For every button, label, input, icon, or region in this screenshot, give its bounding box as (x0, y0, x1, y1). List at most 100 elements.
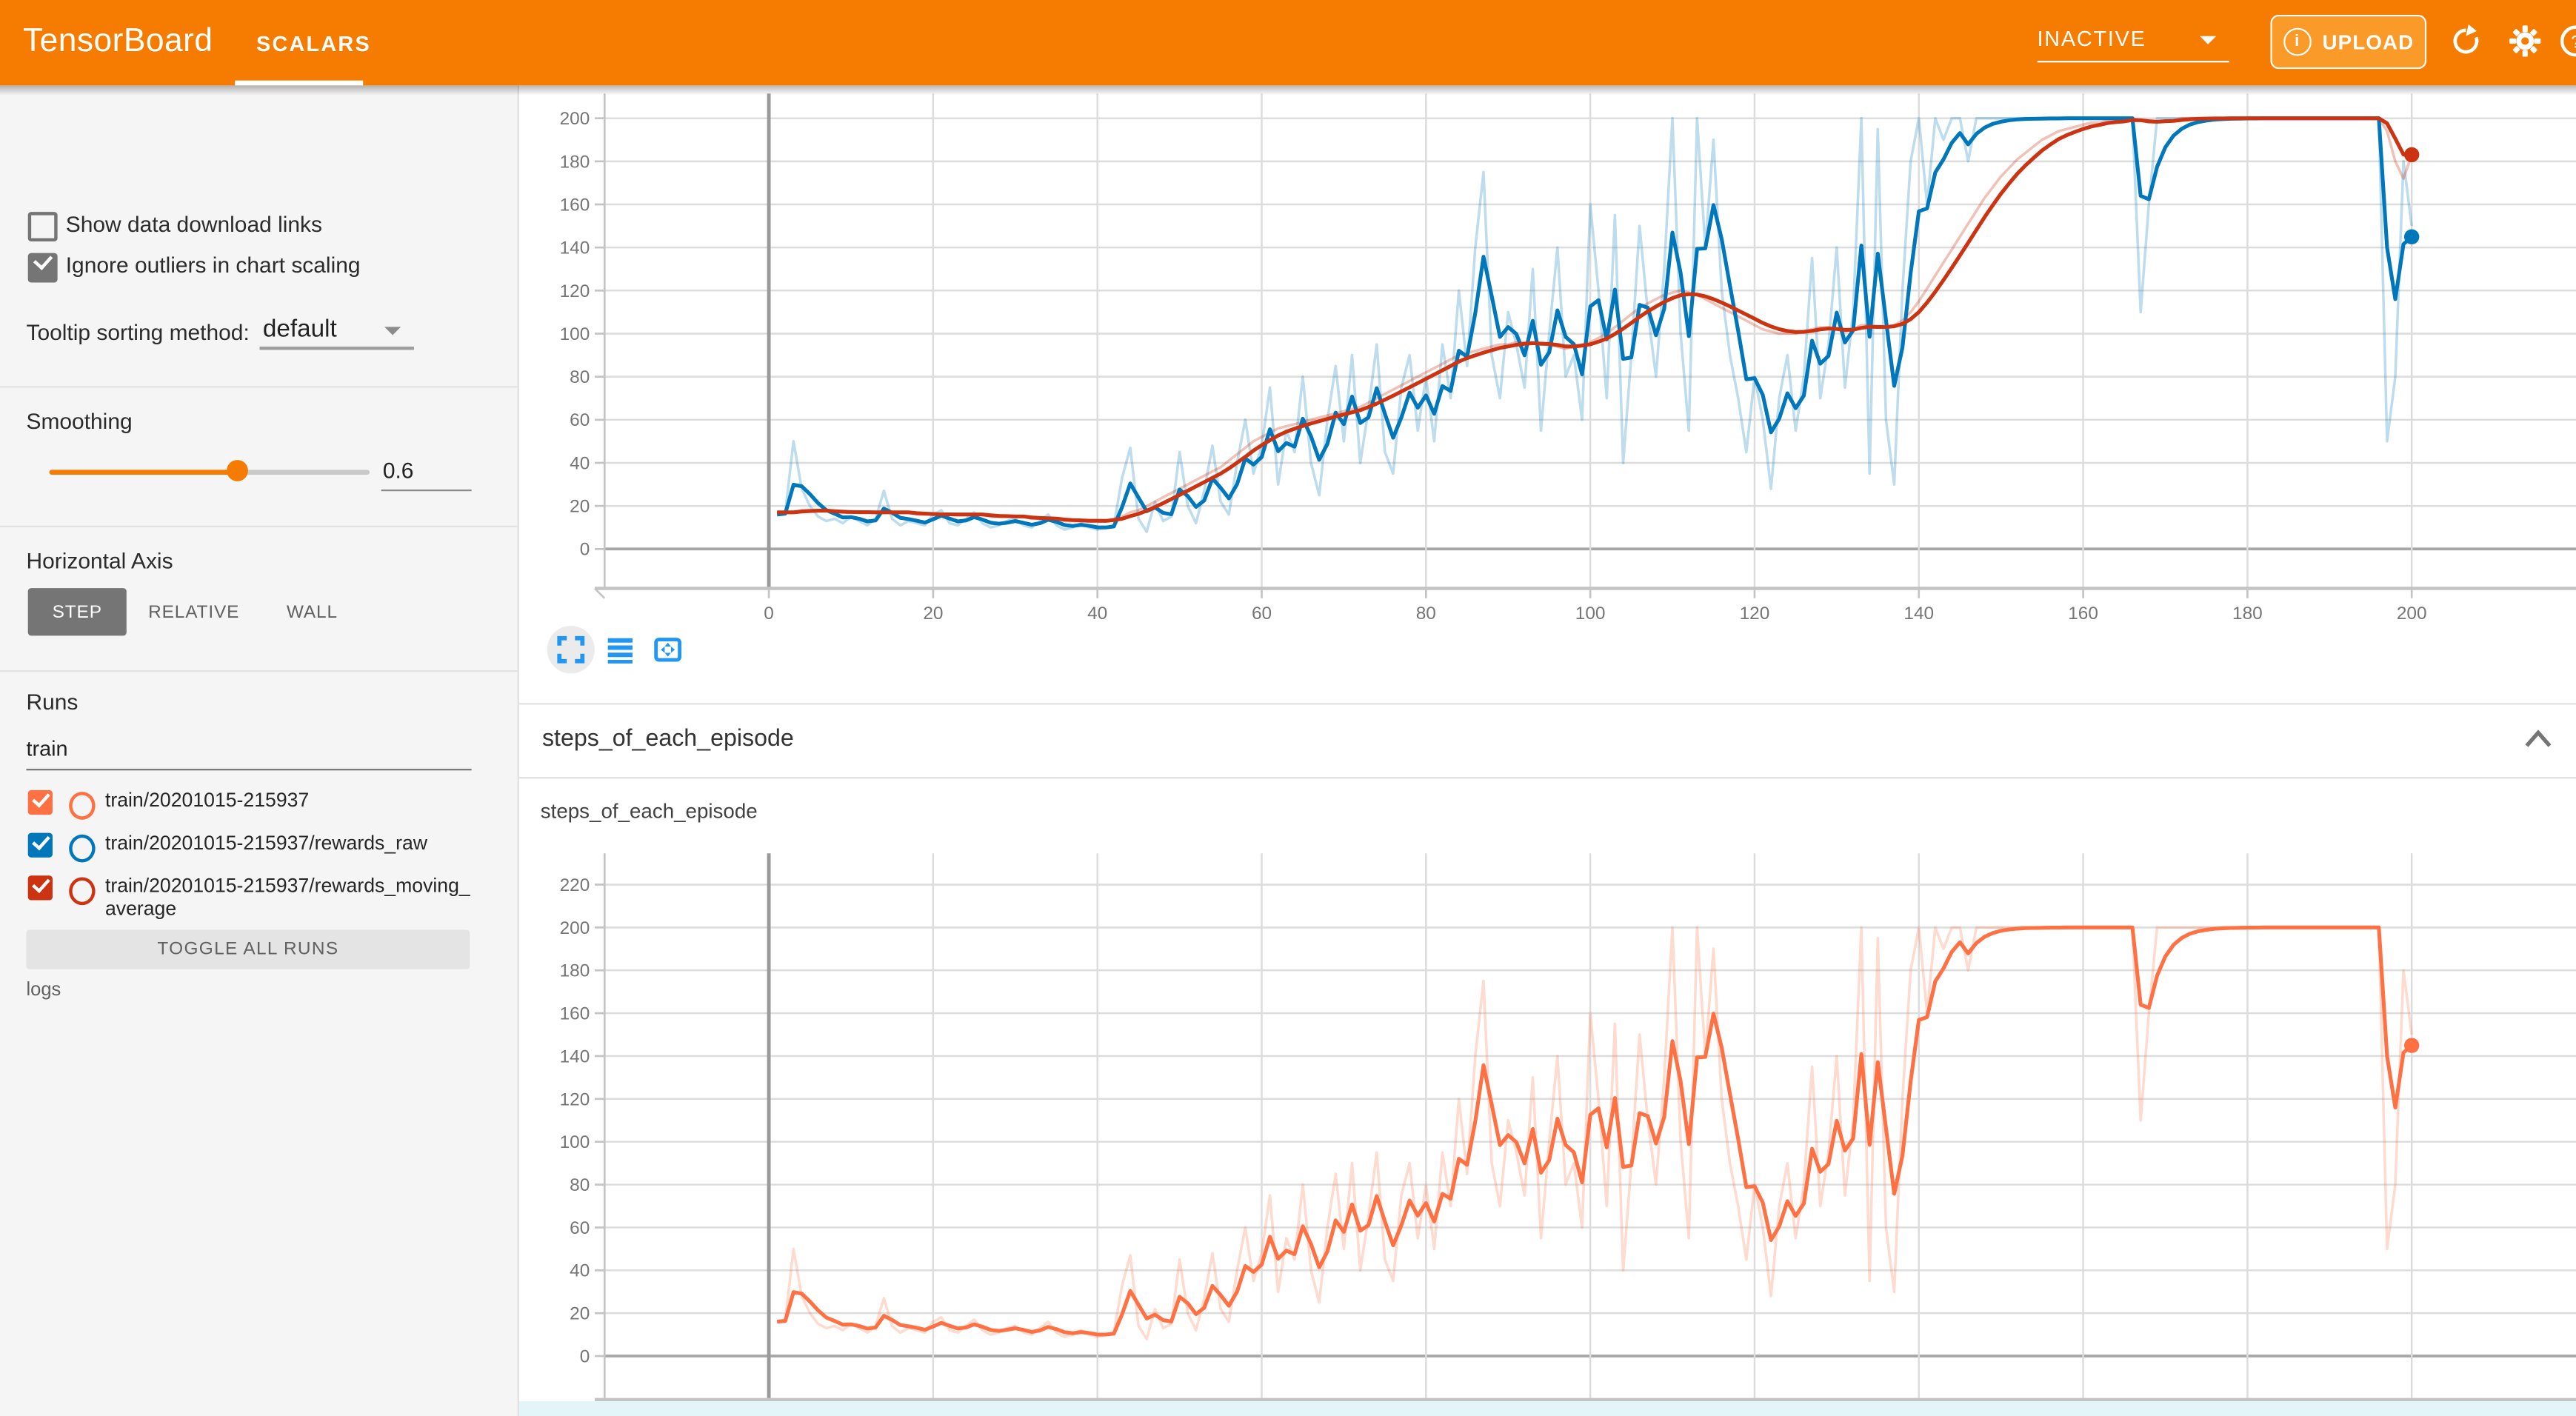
y-axis-tick-label: 100 (560, 1132, 590, 1152)
y-axis-tick-label: 220 (560, 875, 590, 895)
divider (0, 670, 518, 672)
chart-card-title: steps_of_each_episode (541, 800, 758, 823)
status-dropdown[interactable]: INACTIVE (2037, 23, 2229, 62)
divider (0, 386, 518, 387)
run-row[interactable]: train/20201015-215937/rewards_moving_ave… (28, 874, 488, 929)
check-icon (33, 250, 53, 270)
y-axis-tick-label: 140 (560, 1046, 590, 1066)
run-checkbox[interactable] (28, 875, 53, 900)
run-label: train/20201015-215937 (105, 790, 473, 812)
y-axis-tick-label: 40 (570, 453, 590, 473)
axis-option-relative[interactable]: RELATIVE (148, 588, 240, 635)
series-end-dot (2404, 147, 2419, 162)
smoothing-slider-fill (50, 470, 237, 474)
status-dropdown-underline (2037, 61, 2229, 62)
info-icon: i (2283, 28, 2311, 56)
x-axis-tick-label: 160 (2068, 604, 2098, 624)
y-axis-tick-label: 140 (560, 238, 590, 258)
y-axis-tick-label: 100 (560, 324, 590, 344)
x-axis-tick-label: 80 (1416, 604, 1436, 624)
x-axis-tick-label: 200 (2397, 604, 2427, 624)
smoothing-slider-thumb[interactable] (227, 460, 248, 481)
x-axis-tick-label: 140 (1903, 604, 1934, 624)
series-line-raw (777, 118, 2412, 521)
run-row[interactable]: train/20201015-215937/rewards_raw (28, 831, 488, 867)
smoothing-value-underline (381, 490, 472, 491)
y-axis-tick-label: 160 (560, 195, 590, 215)
check-icon (31, 831, 50, 849)
check-icon (31, 874, 50, 892)
y-axis-tick-label: 200 (560, 918, 590, 938)
chevron-down-icon (2200, 36, 2216, 44)
chart-toolbar (518, 624, 1010, 677)
run-color-circle (69, 877, 95, 905)
y-axis-tick-label: 20 (570, 1304, 590, 1324)
app-logo: TensorBoard (23, 23, 213, 61)
smoothing-value[interactable]: 0.6 (383, 458, 414, 483)
run-label: train/20201015-215937/rewards_raw (105, 833, 473, 855)
toggle-all-runs-button[interactable]: TOGGLE ALL RUNS (26, 929, 470, 969)
y-axis-tick-label: 80 (570, 367, 590, 387)
axis-option-wall[interactable]: WALL (276, 588, 349, 635)
tooltip-sorting-dropdown[interactable]: default (263, 315, 337, 344)
x-axis-tick-label: 180 (2232, 604, 2263, 624)
chevron-up-icon[interactable] (2523, 728, 2553, 751)
run-color-circle (69, 835, 95, 863)
divider (0, 526, 518, 527)
tensorboard-app: TensorBoard SCALARS INACTIVE i UPLOAD (0, 0, 2576, 1416)
gear-icon[interactable] (2509, 24, 2541, 57)
svg-text:?: ? (2571, 32, 2576, 52)
ignore-outliers-checkbox[interactable] (28, 253, 58, 283)
tooltip-sorting-label: Tooltip sorting method: (26, 321, 249, 345)
series-end-dot (2404, 230, 2419, 244)
x-axis-tick-label: 100 (1575, 604, 1606, 624)
chart-canvas[interactable]: 020406080100120140160180200220 (518, 838, 2576, 1416)
check-icon (31, 788, 50, 806)
ignore-outliers-label: Ignore outliers in chart scaling (66, 253, 361, 278)
series-line-smoothed (777, 118, 2412, 528)
series-line-smoothed (777, 927, 2412, 1335)
fullscreen-icon[interactable] (557, 635, 585, 664)
series-end-dot (2404, 1038, 2419, 1052)
runs-filter-input[interactable] (26, 736, 471, 761)
show-download-links-label: Show data download links (66, 212, 322, 236)
logs-label: logs (26, 981, 61, 1001)
upload-button[interactable]: i UPLOAD (2270, 15, 2426, 69)
y-axis-tick-label: 200 (560, 109, 590, 129)
x-axis-tick-label: 120 (1740, 604, 1770, 624)
tab-scalars[interactable]: SCALARS (256, 31, 371, 56)
y-axis-tick-label: 80 (570, 1175, 590, 1195)
y-axis-tick-label: 60 (570, 410, 590, 430)
horizontal-axis-label: Horizontal Axis (26, 549, 173, 573)
run-checkbox[interactable] (28, 833, 53, 858)
y-axis-tick-label: 20 (570, 497, 590, 517)
run-checkbox[interactable] (28, 790, 53, 815)
smoothing-label: Smoothing (26, 409, 132, 433)
chart-canvas[interactable]: 0204060801001201401601802000204060801001… (518, 85, 2576, 627)
x-axis-tick-label: 20 (923, 604, 943, 624)
tooltip-sorting-underline (259, 347, 414, 349)
axis-option-step[interactable]: STEP (28, 588, 127, 635)
chevron-down-icon[interactable] (384, 327, 401, 335)
settings-sidebar: Show data download links Ignore outliers… (0, 85, 519, 1416)
smoothing-slider[interactable] (50, 470, 370, 474)
app-header: TensorBoard SCALARS INACTIVE i UPLOAD (0, 0, 2576, 85)
run-row[interactable]: train/20201015-215937 (28, 789, 488, 825)
refresh-icon[interactable] (2449, 24, 2482, 57)
tag-section-title: steps_of_each_episode (542, 726, 794, 752)
tag-section-header[interactable]: steps_of_each_episode (518, 705, 2576, 779)
show-download-links-checkbox[interactable] (28, 212, 58, 241)
series-line-raw (777, 927, 2412, 1339)
y-axis-tick-label: 40 (570, 1261, 590, 1281)
upload-button-label: UPLOAD (2323, 30, 2415, 53)
series-line-raw (777, 118, 2412, 532)
fit-domain-icon[interactable] (654, 635, 682, 664)
y-axis-tick-label: 0 (580, 540, 590, 560)
x-axis-tick-label: 40 (1087, 604, 1107, 624)
help-icon[interactable]: ? (2560, 24, 2576, 57)
y-axis-tick-label: 160 (560, 1004, 590, 1024)
run-color-circle (69, 792, 95, 820)
horizontal-lines-icon[interactable] (606, 635, 634, 664)
runs-filter-underline (26, 769, 471, 770)
x-axis-tick-label: 0 (764, 604, 774, 624)
